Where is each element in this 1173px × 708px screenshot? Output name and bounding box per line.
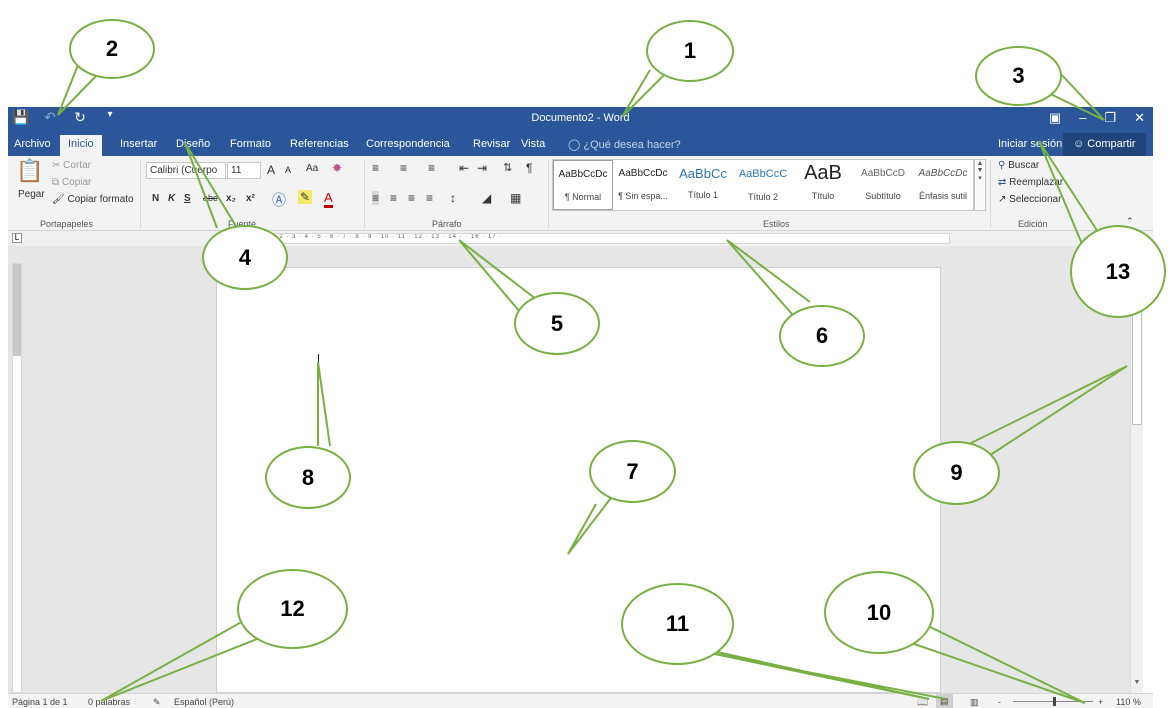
callout-3: 3: [975, 46, 1062, 106]
callout-leaders: [57, 59, 1128, 704]
callout-5: 5: [514, 292, 600, 355]
leader-8: [317, 361, 331, 447]
callout-8: 8: [265, 446, 351, 509]
callout-1: 1: [646, 20, 734, 82]
leader-12: [100, 619, 263, 702]
callout-9: 9: [913, 441, 1000, 505]
callout-10: 10: [824, 571, 934, 654]
callout-7: 7: [589, 440, 676, 503]
leader-6: [726, 239, 811, 315]
callout-2: 2: [69, 19, 155, 79]
callout-12: 12: [237, 569, 348, 649]
leader-9: [966, 365, 1128, 460]
callout-4: 4: [202, 225, 288, 290]
callout-13: 13: [1070, 225, 1166, 318]
leader-1: [621, 69, 668, 118]
leader-11: [689, 645, 947, 700]
leader-13: [1038, 140, 1099, 245]
leader-4: [184, 142, 237, 229]
leader-7: [567, 493, 615, 555]
callout-11: 11: [621, 583, 734, 665]
word-window-annotated: 💾 ↶ ↻ ▾ Documento2 - Word ▣ – ❐ ✕ Archiv…: [0, 0, 1173, 708]
callout-6: 6: [779, 305, 865, 367]
